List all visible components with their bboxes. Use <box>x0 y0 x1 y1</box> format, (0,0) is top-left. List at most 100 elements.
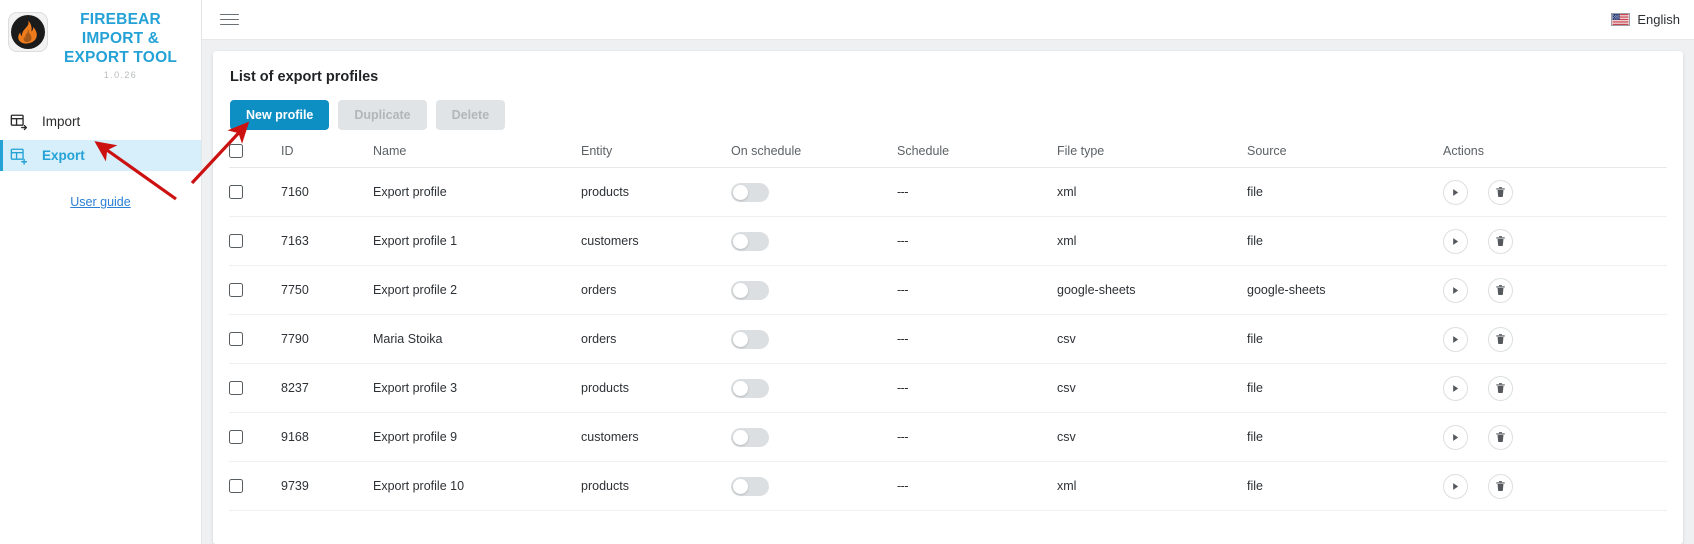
hamburger-menu-icon[interactable] <box>220 6 239 32</box>
cell-schedule: --- <box>897 412 1057 462</box>
cell-source: file <box>1247 314 1443 364</box>
cell-source: file <box>1247 216 1443 266</box>
table-row[interactable]: 7750 Export profile 2 orders --- google-shee… <box>229 265 1667 315</box>
on-schedule-toggle[interactable] <box>731 476 769 496</box>
table-row[interactable]: 9168 Export profile 9 customers --- csv file <box>229 412 1667 462</box>
sidebar-item-export[interactable]: Export <box>0 140 201 171</box>
row-checkbox[interactable] <box>229 283 243 297</box>
sidebar-nav: Import Export <box>0 106 201 171</box>
on-schedule-toggle[interactable] <box>731 329 769 349</box>
cell-schedule: --- <box>897 461 1057 511</box>
delete-profile-button[interactable] <box>1488 277 1513 303</box>
language-selector[interactable]: English <box>1611 12 1680 27</box>
row-checkbox[interactable] <box>229 479 243 493</box>
row-checkbox-cell <box>229 363 281 413</box>
cell-file-type: xml <box>1057 216 1247 266</box>
table-row[interactable]: 7790 Maria Stoika orders --- csv file <box>229 314 1667 364</box>
user-guide-wrapper: User guide <box>0 193 201 211</box>
toggle-knob <box>733 380 748 396</box>
run-play-icon <box>1453 482 1459 490</box>
delete-profile-button[interactable] <box>1488 424 1513 450</box>
cell-source: file <box>1247 461 1443 511</box>
cell-id: 9739 <box>281 461 373 511</box>
cell-schedule: --- <box>897 167 1057 217</box>
cell-actions <box>1443 167 1667 217</box>
flame-icon <box>18 20 37 44</box>
cell-name: Export profile 10 <box>373 461 581 511</box>
duplicate-button[interactable]: Duplicate <box>338 100 427 130</box>
table-row[interactable]: 9739 Export profile 10 products --- xml file <box>229 461 1667 511</box>
delete-profile-button[interactable] <box>1488 473 1513 499</box>
new-profile-button[interactable]: New profile <box>230 100 330 130</box>
delete-trash-icon <box>1496 187 1505 197</box>
row-checkbox[interactable] <box>229 234 243 248</box>
delete-button[interactable]: Delete <box>435 100 506 130</box>
toggle-knob <box>733 282 748 298</box>
cell-actions <box>1443 412 1667 462</box>
toggle-knob <box>733 478 748 494</box>
row-actions <box>1443 375 1667 401</box>
on-schedule-toggle[interactable] <box>731 280 769 300</box>
cell-file-type: xml <box>1057 461 1247 511</box>
row-checkbox-cell <box>229 314 281 364</box>
toggle-knob <box>733 233 748 249</box>
column-header-name: Name <box>373 144 581 168</box>
row-actions <box>1443 228 1667 254</box>
run-play-icon <box>1453 237 1459 245</box>
run-profile-button[interactable] <box>1443 473 1468 499</box>
row-checkbox-cell <box>229 216 281 266</box>
user-guide-link[interactable]: User guide <box>70 195 130 209</box>
cell-entity: customers <box>581 412 731 462</box>
column-header-actions: Actions <box>1443 144 1667 168</box>
run-play-icon <box>1453 188 1459 196</box>
cell-id: 7160 <box>281 167 373 217</box>
column-header-source: Source <box>1247 144 1443 168</box>
cell-entity: orders <box>581 265 731 315</box>
topbar: English <box>202 0 1694 40</box>
toggle-knob <box>733 429 748 445</box>
select-all-checkbox[interactable] <box>229 144 243 158</box>
cell-on-schedule <box>731 363 897 413</box>
row-checkbox[interactable] <box>229 430 243 444</box>
delete-profile-button[interactable] <box>1488 228 1513 254</box>
run-profile-button[interactable] <box>1443 277 1468 303</box>
on-schedule-toggle[interactable] <box>731 231 769 251</box>
sidebar-item-import-label: Import <box>42 114 81 129</box>
run-profile-button[interactable] <box>1443 228 1468 254</box>
run-profile-button[interactable] <box>1443 375 1468 401</box>
cell-source: file <box>1247 412 1443 462</box>
table-row[interactable]: 7160 Export profile products --- xml file <box>229 167 1667 217</box>
run-profile-button[interactable] <box>1443 326 1468 352</box>
cell-name: Export profile 2 <box>373 265 581 315</box>
sidebar-item-import[interactable]: Import <box>0 106 201 137</box>
brand-title: FIREBEAR IMPORT & EXPORT TOOL <box>63 11 177 66</box>
cell-schedule: --- <box>897 265 1057 315</box>
export-profiles-table: ID Name Entity On schedule Schedule File… <box>229 144 1667 511</box>
run-profile-button[interactable] <box>1443 179 1468 205</box>
cell-on-schedule <box>731 265 897 315</box>
row-checkbox[interactable] <box>229 381 243 395</box>
row-checkbox-cell <box>229 412 281 462</box>
delete-profile-button[interactable] <box>1488 326 1513 352</box>
row-actions <box>1443 277 1667 303</box>
select-all-cell <box>229 144 281 168</box>
on-schedule-toggle[interactable] <box>731 182 769 202</box>
row-checkbox[interactable] <box>229 332 243 346</box>
delete-profile-button[interactable] <box>1488 375 1513 401</box>
row-actions <box>1443 179 1667 205</box>
delete-profile-button[interactable] <box>1488 179 1513 205</box>
content-area: List of export profiles New profile Dupl… <box>202 40 1694 544</box>
table-row[interactable]: 7163 Export profile 1 customers --- xml file <box>229 216 1667 266</box>
cell-on-schedule <box>731 314 897 364</box>
cell-actions <box>1443 461 1667 511</box>
cell-file-type: csv <box>1057 412 1247 462</box>
run-profile-button[interactable] <box>1443 424 1468 450</box>
cell-entity: orders <box>581 314 731 364</box>
row-checkbox[interactable] <box>229 185 243 199</box>
on-schedule-toggle[interactable] <box>731 378 769 398</box>
cell-id: 9168 <box>281 412 373 462</box>
table-row[interactable]: 8237 Export profile 3 products --- csv file <box>229 363 1667 413</box>
column-header-file-type: File type <box>1057 144 1247 168</box>
on-schedule-toggle[interactable] <box>731 427 769 447</box>
cell-actions <box>1443 314 1667 364</box>
